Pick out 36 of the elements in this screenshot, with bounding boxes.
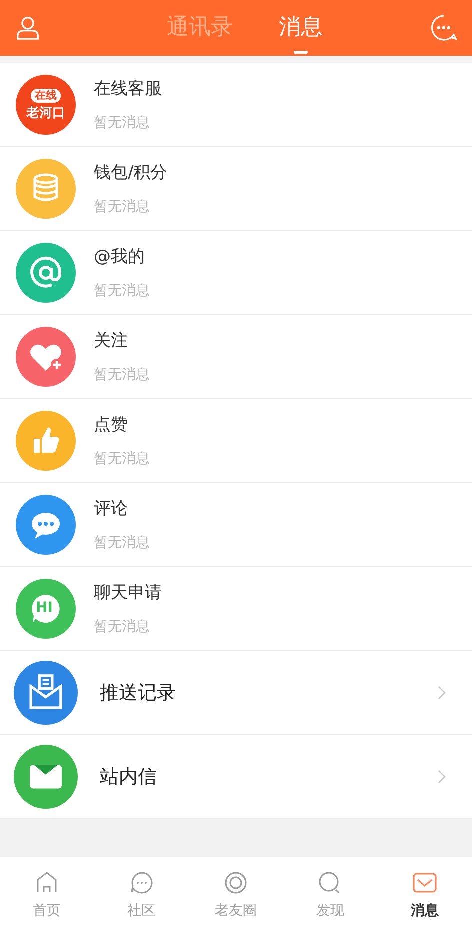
message-title: 评论: [94, 498, 129, 520]
message-preview: 暂无消息: [94, 198, 151, 216]
message-preview: 暂无消息: [94, 282, 150, 300]
menu-title: 推送记录: [100, 680, 177, 706]
envelope-icon: [412, 870, 438, 896]
message-item[interactable]: 点赞 暂无消息: [0, 399, 472, 483]
menu-item[interactable]: 推送记录: [0, 651, 472, 735]
message-item[interactable]: HI 聊天申请 暂无消息: [0, 567, 472, 651]
tab-bar-item[interactable]: 消息: [378, 870, 472, 920]
chevron-right-icon: [438, 686, 446, 700]
message-title: @我的: [94, 246, 146, 268]
message-item[interactable]: 关注 暂无消息: [0, 315, 472, 399]
icon-text: HI: [36, 600, 53, 616]
menu-item[interactable]: 站内信: [0, 735, 472, 819]
message-title: 点赞: [94, 414, 129, 436]
logo-text: 老河口: [26, 106, 66, 120]
message-preview: 暂无消息: [94, 450, 150, 468]
user-icon[interactable]: [16, 16, 40, 40]
message-item[interactable]: 钱包/积分 暂无消息: [0, 147, 472, 231]
chat-bubble-icon[interactable]: [430, 14, 458, 42]
message-title: 在线客服: [94, 78, 162, 100]
message-preview: 暂无消息: [94, 366, 150, 384]
logo-text: 在线: [31, 88, 61, 102]
message-title: 钱包/积分: [94, 162, 168, 184]
menu-title: 站内信: [100, 764, 158, 790]
message-item[interactable]: 评论 暂无消息: [0, 483, 472, 567]
message-item[interactable]: 在线 老河口 在线客服 暂无消息: [0, 63, 472, 147]
chat-bubble-icon: [128, 870, 155, 896]
message-title: 聊天申请: [94, 582, 162, 604]
message-preview: 暂无消息: [94, 534, 150, 552]
message-item[interactable]: @我的 暂无消息: [0, 231, 472, 315]
chevron-right-icon: [438, 770, 446, 784]
message-preview: 暂无消息: [94, 114, 151, 132]
ring-icon: [223, 870, 250, 896]
message-preview: 暂无消息: [94, 618, 151, 636]
message-title: 关注: [94, 330, 129, 352]
